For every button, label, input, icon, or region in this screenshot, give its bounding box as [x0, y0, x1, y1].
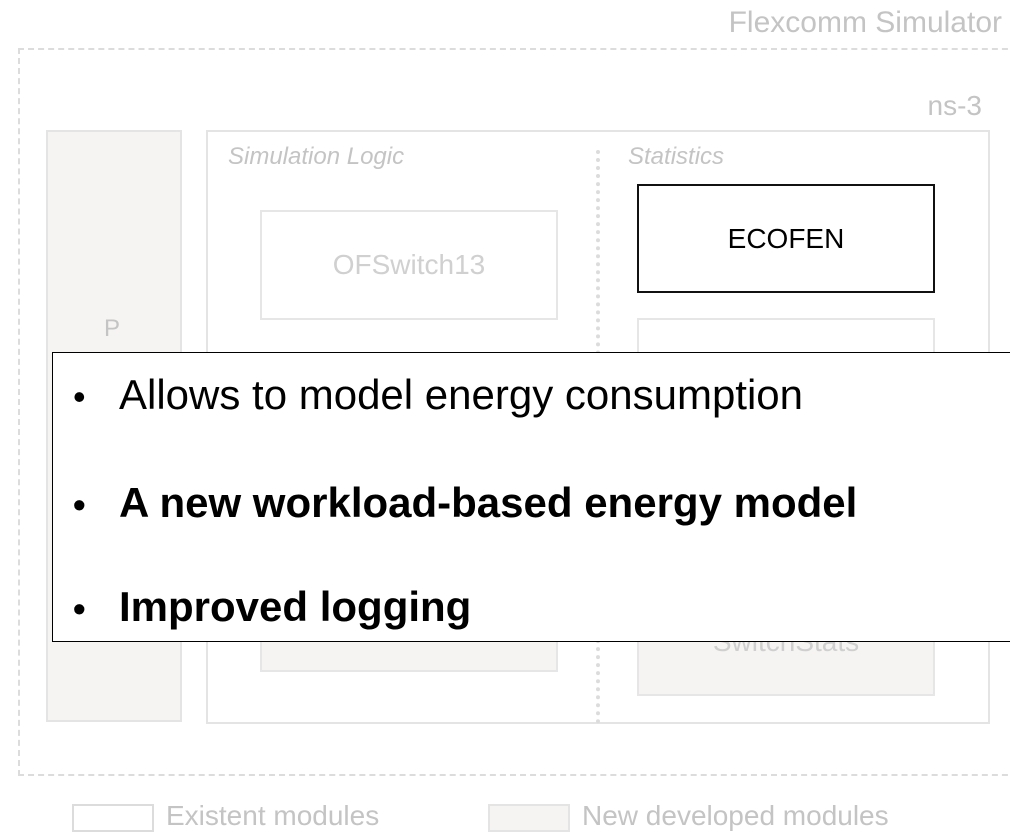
statistics-label: Statistics: [628, 143, 725, 170]
bullet-item-2: • A new workload-based energy model: [73, 479, 857, 527]
ecofen-module: ECOFEN: [637, 184, 935, 293]
ofswitch13-label: OFSwitch13: [332, 249, 486, 280]
bullet-text-2: A new workload-based energy model: [119, 479, 858, 526]
bullet-icon: •: [73, 484, 86, 525]
simulation-logic-label: Simulation Logic: [228, 143, 405, 170]
bullet-item-1: • Allows to model energy consumption: [73, 371, 803, 419]
bullet-icon: •: [73, 588, 86, 629]
ofswitch13-module: OFSwitch13: [260, 210, 558, 320]
p-module-label: P: [104, 315, 121, 342]
legend-existent-label: Existent modules: [166, 800, 380, 831]
feature-overlay-panel: • Allows to model energy consumption • A…: [52, 352, 1010, 642]
ns3-title: ns-3: [927, 90, 982, 121]
bullet-icon: •: [73, 376, 86, 417]
bullet-text-3: Improved logging: [119, 583, 472, 630]
legend-new-swatch: [488, 804, 570, 832]
flexcomm-simulator-title: Flexcomm Simulator: [728, 6, 1002, 39]
legend-new-label: New developed modules: [582, 800, 889, 831]
ecofen-label: ECOFEN: [727, 222, 845, 254]
bullet-item-3: • Improved logging: [73, 583, 471, 631]
legend-existent-swatch: [72, 804, 154, 832]
bullet-text-1: Allows to model energy consumption: [119, 371, 804, 418]
